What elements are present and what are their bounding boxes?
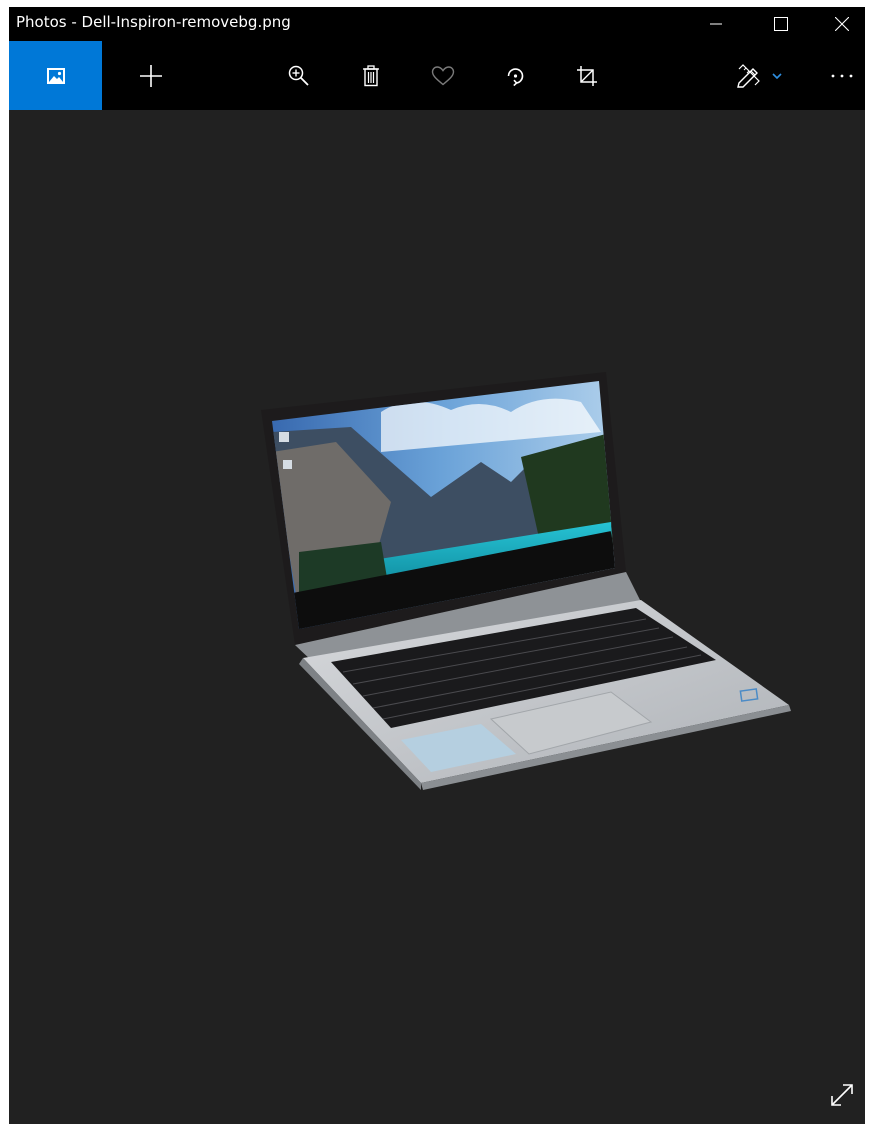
heart-icon [431,65,455,86]
rotate-icon [503,64,527,88]
zoom-button[interactable] [277,41,321,110]
expand-icon [829,1082,855,1112]
crop-button[interactable] [565,41,609,110]
edit-create-button[interactable] [727,41,791,110]
delete-button[interactable] [349,41,393,110]
more-options-button[interactable] [819,41,865,110]
title-bar[interactable]: Photos - Dell-Inspiron-removebg.png [9,7,865,41]
image-icon [46,67,66,85]
see-all-photos-button[interactable] [9,41,102,110]
full-screen-button[interactable] [824,1079,860,1115]
toolbar [9,41,865,110]
ellipsis-icon [831,74,853,78]
add-to-album-button[interactable] [129,41,173,110]
maximize-button[interactable] [758,7,804,41]
trash-icon [362,64,380,87]
maximize-icon [774,17,788,31]
plus-icon [140,64,162,87]
photo-image: DELL [261,372,791,790]
favorite-button[interactable] [421,41,465,110]
minimize-button[interactable] [693,7,739,41]
zoom-in-icon [288,65,310,87]
close-button[interactable] [819,7,865,41]
photos-app-window: Photos - Dell-Inspiron-removebg.png [9,7,865,1124]
window-title: Photos - Dell-Inspiron-removebg.png [16,13,291,31]
minimize-icon [710,18,722,30]
chevron-down-icon [772,72,782,79]
draw-edit-icon [736,63,762,88]
rotate-button[interactable] [493,41,537,110]
crop-icon [576,65,598,87]
close-icon [835,17,849,31]
photo-viewer[interactable]: DELL [9,110,865,1124]
